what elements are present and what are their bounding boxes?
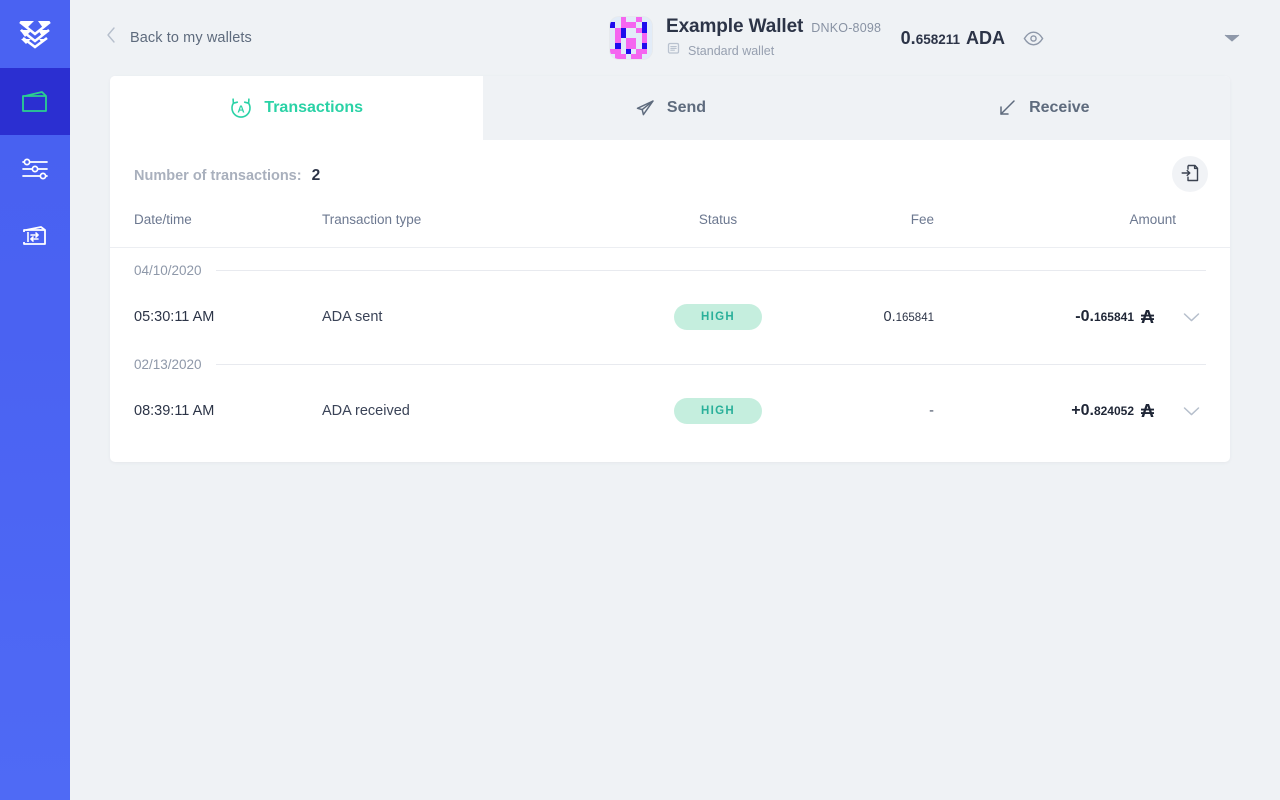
wallet-icon: [20, 89, 50, 115]
expand-transaction-chevron-down-icon[interactable]: [1154, 312, 1206, 323]
wallet-id: DNKO-8098: [811, 21, 882, 35]
tab-receive[interactable]: Receive: [856, 76, 1230, 140]
transaction-fee-integer: 0.: [883, 309, 896, 325]
divider: [215, 363, 1206, 365]
transaction-time: 08:39:11 AM: [134, 403, 215, 419]
transaction-fee-decimal: 165841: [895, 312, 934, 324]
transaction-amount: -0. 165841 ₳: [934, 308, 1154, 326]
app-window: Back to my wallets Example Wallet DNKO-8…: [0, 0, 1280, 800]
column-header-status: Status: [698, 212, 738, 227]
tab-send[interactable]: Send: [483, 76, 857, 140]
wallet-type-icon: [666, 41, 681, 60]
transactions-meta-row: Number of transactions: 2: [110, 140, 1230, 212]
sliders-icon: [20, 157, 50, 181]
wallet-balance: 0. 658211 ADA: [901, 28, 1005, 49]
wallet-info: Example Wallet DNKO-8098 Standard wallet: [610, 0, 881, 76]
sidebar: [0, 0, 70, 800]
back-to-wallets-label: Back to my wallets: [130, 30, 252, 46]
expand-transaction-chevron-down-icon[interactable]: [1154, 406, 1206, 417]
transactions-table-header: Date/time Transaction type Status Fee Am…: [110, 212, 1230, 248]
transaction-type: ADA sent: [322, 309, 383, 325]
ada-symbol-icon: ₳: [1141, 307, 1154, 327]
transaction-fee: -: [784, 402, 934, 420]
balance-unit: ADA: [966, 27, 1005, 48]
eye-icon[interactable]: [1023, 30, 1044, 46]
transaction-amount-integer: +0.: [1071, 402, 1094, 419]
status-badge: HIGH: [674, 398, 762, 424]
column-header-type: Transaction type: [322, 212, 422, 227]
sidebar-item-settings[interactable]: [0, 135, 70, 202]
transaction-amount-decimal: 824052: [1093, 404, 1134, 418]
status-badge: HIGH: [674, 304, 762, 330]
transaction-day-label: 02/13/2020: [134, 356, 202, 372]
transaction-time: 05:30:11 AM: [134, 309, 215, 325]
balance-decimal: 658211: [915, 31, 960, 47]
transaction-day-group: 04/10/2020: [134, 248, 1206, 292]
table-row[interactable]: 08:39:11 AM ADA received HIGH - +0. 824052 ₳: [134, 386, 1206, 436]
main-area: Back to my wallets Example Wallet DNKO-8…: [70, 0, 1280, 800]
transaction-status: HIGH: [652, 304, 784, 330]
wallet-card: A Transactions Send Receive Number of tr…: [110, 76, 1230, 462]
balance-integer: 0.: [900, 27, 916, 48]
divider: [215, 269, 1206, 271]
transactions-count-label: Number of transactions:: [134, 168, 302, 184]
transaction-amount-decimal: 165841: [1093, 310, 1134, 324]
transaction-day-group: 02/13/2020: [134, 342, 1206, 386]
top-bar: Back to my wallets Example Wallet DNKO-8…: [70, 0, 1280, 76]
transactions-count-value: 2: [311, 167, 321, 184]
svg-text:A: A: [238, 104, 245, 115]
transaction-amount: +0. 824052 ₳: [934, 402, 1154, 420]
wallet-tabs: A Transactions Send Receive: [110, 76, 1230, 140]
column-header-fee: Fee: [910, 212, 934, 227]
tab-transactions[interactable]: A Transactions: [110, 76, 484, 140]
sidebar-item-wallets[interactable]: [0, 68, 70, 135]
sidebar-item-transfer[interactable]: [0, 202, 70, 269]
arrow-down-left-icon: [997, 98, 1017, 118]
transaction-day-label: 04/10/2020: [134, 262, 202, 278]
balance-area: 0. 658211 ADA: [901, 0, 1240, 76]
back-to-wallets-button[interactable]: Back to my wallets: [70, 27, 252, 47]
transaction-amount-integer: -0.: [1075, 308, 1094, 325]
wallet-exchange-icon: [20, 223, 50, 249]
tab-send-label: Send: [666, 99, 707, 116]
wallet-kind-label: Standard wallet: [688, 43, 775, 58]
wallet-identicon: [610, 17, 652, 59]
tab-transactions-label: Transactions: [264, 99, 364, 116]
transaction-status: HIGH: [652, 398, 784, 424]
transaction-fee: 0.165841: [784, 308, 934, 326]
column-header-date: Date/time: [134, 212, 192, 227]
tab-receive-label: Receive: [1029, 99, 1090, 116]
table-row[interactable]: 05:30:11 AM ADA sent HIGH 0.165841 -0. 165841…: [134, 292, 1206, 342]
daedalus-logo-icon[interactable]: [0, 0, 70, 68]
transaction-type: ADA received: [322, 403, 410, 419]
export-csv-button[interactable]: [1172, 156, 1208, 192]
chevron-left-icon: [106, 27, 116, 47]
export-csv-icon: [1180, 163, 1200, 186]
page-title: Example Wallet: [666, 16, 804, 37]
paper-plane-icon: [634, 98, 655, 118]
wallet-menu-chevron-down-icon[interactable]: [1224, 33, 1240, 43]
transactions-list: 04/10/2020 05:30:11 AM ADA sent HIGH 0.16584…: [110, 248, 1230, 462]
ada-symbol-icon: ₳: [1141, 401, 1154, 421]
column-header-amount: Amount: [1129, 212, 1176, 227]
transactions-circle-icon: A: [230, 97, 252, 119]
